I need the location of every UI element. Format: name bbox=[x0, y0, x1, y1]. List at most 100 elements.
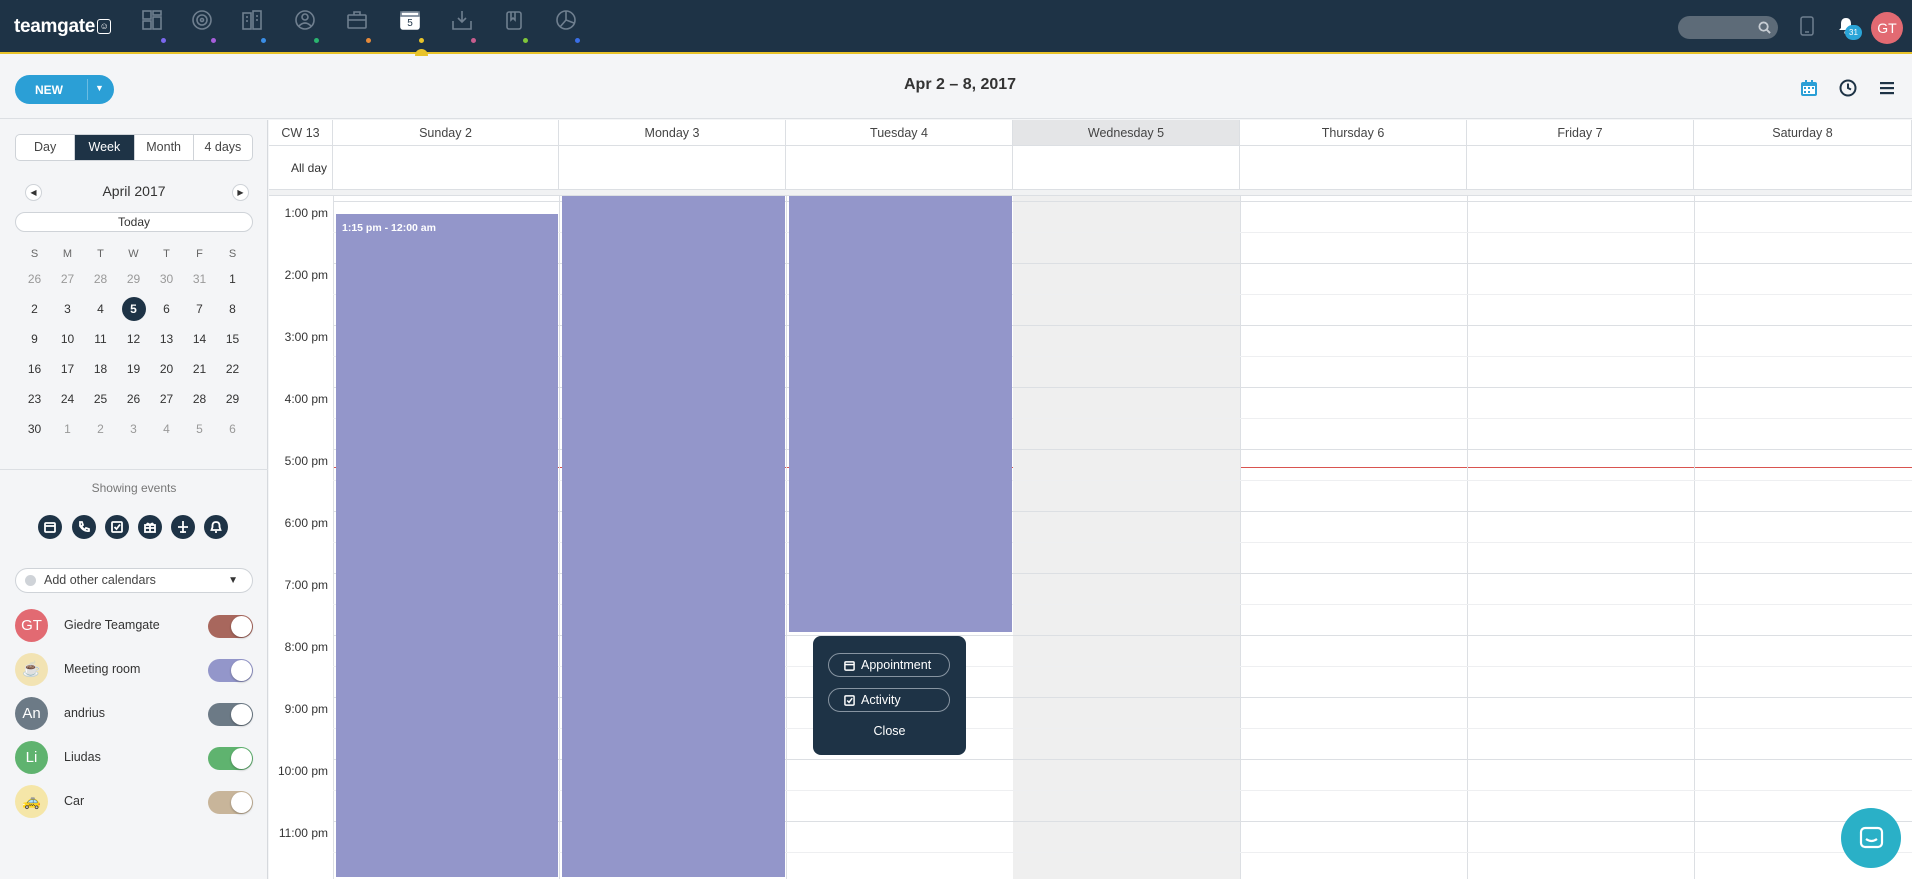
mini-calendar-day[interactable]: 4 bbox=[150, 414, 183, 444]
mini-calendar-day[interactable]: 29 bbox=[216, 384, 249, 414]
calendar-visibility-toggle[interactable] bbox=[208, 747, 253, 770]
add-other-calendars-select[interactable]: Add other calendars ▼ bbox=[15, 568, 253, 593]
mini-calendar-day[interactable]: 20 bbox=[150, 354, 183, 384]
mini-calendar-day[interactable]: 12 bbox=[117, 324, 150, 354]
view-tab-week[interactable]: Week bbox=[75, 135, 135, 160]
all-day-cell[interactable] bbox=[1467, 146, 1694, 190]
close-popup-button[interactable]: Close bbox=[813, 724, 966, 738]
view-tab-day[interactable]: Day bbox=[16, 135, 76, 160]
mini-calendar-day[interactable]: 15 bbox=[216, 324, 249, 354]
all-day-cell[interactable] bbox=[1013, 146, 1240, 190]
nav-calendar-icon[interactable]: 5 bbox=[398, 8, 424, 34]
mini-calendar-day[interactable]: 26 bbox=[18, 264, 51, 294]
event-filter-calendar[interactable] bbox=[38, 515, 62, 539]
calendar-event[interactable] bbox=[789, 196, 1012, 632]
new-dropdown-caret-icon[interactable]: ▼ bbox=[95, 83, 104, 93]
mini-calendar-day[interactable]: 4 bbox=[84, 294, 117, 324]
mini-calendar-day[interactable]: 10 bbox=[51, 324, 84, 354]
event-filter-phone[interactable] bbox=[72, 515, 96, 539]
event-filter-bell[interactable] bbox=[204, 515, 228, 539]
search-box[interactable] bbox=[1678, 16, 1778, 39]
mini-calendar-day[interactable]: 14 bbox=[183, 324, 216, 354]
previous-month-icon[interactable]: ◀ bbox=[25, 184, 42, 201]
all-day-cell[interactable] bbox=[559, 146, 786, 190]
mini-calendar-day[interactable]: 19 bbox=[117, 354, 150, 384]
mini-calendar-day[interactable]: 9 bbox=[18, 324, 51, 354]
mini-calendar-day[interactable]: 8 bbox=[216, 294, 249, 324]
day-column-header[interactable]: Tuesday 4 bbox=[786, 120, 1013, 146]
all-day-cell[interactable] bbox=[333, 146, 559, 190]
mini-calendar-day[interactable]: 23 bbox=[18, 384, 51, 414]
mini-calendar-day[interactable]: 16 bbox=[18, 354, 51, 384]
mini-calendar-day[interactable]: 7 bbox=[183, 294, 216, 324]
day-column-header[interactable]: Friday 7 bbox=[1467, 120, 1694, 146]
mini-calendar-day[interactable]: 29 bbox=[117, 264, 150, 294]
mini-calendar-day[interactable]: 6 bbox=[150, 294, 183, 324]
day-column-header[interactable]: Monday 3 bbox=[559, 120, 786, 146]
mini-calendar-day[interactable]: 30 bbox=[150, 264, 183, 294]
teamgate-logo[interactable]: teamgate ☺ bbox=[14, 16, 112, 38]
nav-target-icon[interactable] bbox=[190, 8, 216, 34]
nav-people-icon[interactable] bbox=[293, 8, 319, 34]
mini-calendar-day[interactable]: 26 bbox=[117, 384, 150, 414]
mini-calendar-day[interactable]: 2 bbox=[18, 294, 51, 324]
mini-calendar-day[interactable]: 1 bbox=[51, 414, 84, 444]
menu-icon[interactable] bbox=[1877, 78, 1897, 98]
calendar-event[interactable]: 1:15 pm - 12:00 am bbox=[336, 214, 558, 877]
user-avatar[interactable]: GT bbox=[1871, 12, 1903, 44]
nav-dashboard-icon[interactable] bbox=[140, 8, 166, 34]
new-button[interactable]: NEW ▼ bbox=[15, 75, 114, 104]
mini-calendar-day[interactable]: 2 bbox=[84, 414, 117, 444]
mini-calendar-day[interactable]: 18 bbox=[84, 354, 117, 384]
mini-calendar-day[interactable]: 28 bbox=[84, 264, 117, 294]
event-filter-check[interactable] bbox=[105, 515, 129, 539]
mini-calendar-day[interactable]: 24 bbox=[51, 384, 84, 414]
all-day-cell[interactable] bbox=[786, 146, 1013, 190]
view-tab-month[interactable]: Month bbox=[135, 135, 194, 160]
mini-calendar-day[interactable]: 13 bbox=[150, 324, 183, 354]
mini-calendar-day[interactable]: 27 bbox=[51, 264, 84, 294]
mini-calendar-day[interactable]: 3 bbox=[51, 294, 84, 324]
mini-calendar-day[interactable]: 6 bbox=[216, 414, 249, 444]
nav-documents-icon[interactable] bbox=[502, 8, 528, 34]
mini-calendar-day[interactable]: 31 bbox=[183, 264, 216, 294]
day-column-header[interactable]: Sunday 2 bbox=[333, 120, 559, 146]
event-filter-plane[interactable] bbox=[171, 515, 195, 539]
nav-reports-icon[interactable] bbox=[554, 8, 580, 34]
calendar-visibility-toggle[interactable] bbox=[208, 615, 253, 638]
mini-calendar-day[interactable]: 5 bbox=[117, 294, 150, 324]
mini-calendar-day[interactable]: 11 bbox=[84, 324, 117, 354]
calendar-visibility-toggle[interactable] bbox=[208, 659, 253, 682]
calendar-event[interactable] bbox=[562, 196, 785, 877]
mini-calendar-day[interactable]: 3 bbox=[117, 414, 150, 444]
mini-calendar-day[interactable]: 27 bbox=[150, 384, 183, 414]
appointment-button[interactable]: Appointment bbox=[828, 653, 950, 677]
day-column-header[interactable]: Thursday 6 bbox=[1240, 120, 1467, 146]
nav-inbox-icon[interactable] bbox=[450, 8, 476, 34]
mini-calendar-day[interactable]: 22 bbox=[216, 354, 249, 384]
all-day-cell[interactable] bbox=[1240, 146, 1467, 190]
phone-icon[interactable] bbox=[1800, 16, 1814, 36]
mini-calendar-day[interactable]: 1 bbox=[216, 264, 249, 294]
event-filter-gift[interactable] bbox=[138, 515, 162, 539]
today-button[interactable]: Today bbox=[15, 212, 253, 232]
activity-button[interactable]: Activity bbox=[828, 688, 950, 712]
mini-calendar-day[interactable]: 30 bbox=[18, 414, 51, 444]
all-day-cell[interactable] bbox=[1694, 146, 1912, 190]
mini-calendar-day[interactable]: 17 bbox=[51, 354, 84, 384]
mini-calendar-day[interactable]: 21 bbox=[183, 354, 216, 384]
mini-calendar-day[interactable]: 28 bbox=[183, 384, 216, 414]
day-column-header[interactable]: Wednesday 5 bbox=[1013, 120, 1240, 146]
view-tab-4-days[interactable]: 4 days bbox=[194, 135, 252, 160]
nav-companies-icon[interactable] bbox=[240, 8, 266, 34]
nav-deals-icon[interactable] bbox=[345, 8, 371, 34]
chat-support-button[interactable] bbox=[1841, 808, 1901, 868]
calendar-visibility-toggle[interactable] bbox=[208, 791, 253, 814]
next-month-icon[interactable]: ▶ bbox=[232, 184, 249, 201]
day-column-header[interactable]: Saturday 8 bbox=[1694, 120, 1912, 146]
mini-calendar-day[interactable]: 5 bbox=[183, 414, 216, 444]
mini-calendar-day[interactable]: 25 bbox=[84, 384, 117, 414]
calendar-view-icon[interactable] bbox=[1799, 78, 1819, 98]
clock-icon[interactable] bbox=[1838, 78, 1858, 98]
calendar-visibility-toggle[interactable] bbox=[208, 703, 253, 726]
